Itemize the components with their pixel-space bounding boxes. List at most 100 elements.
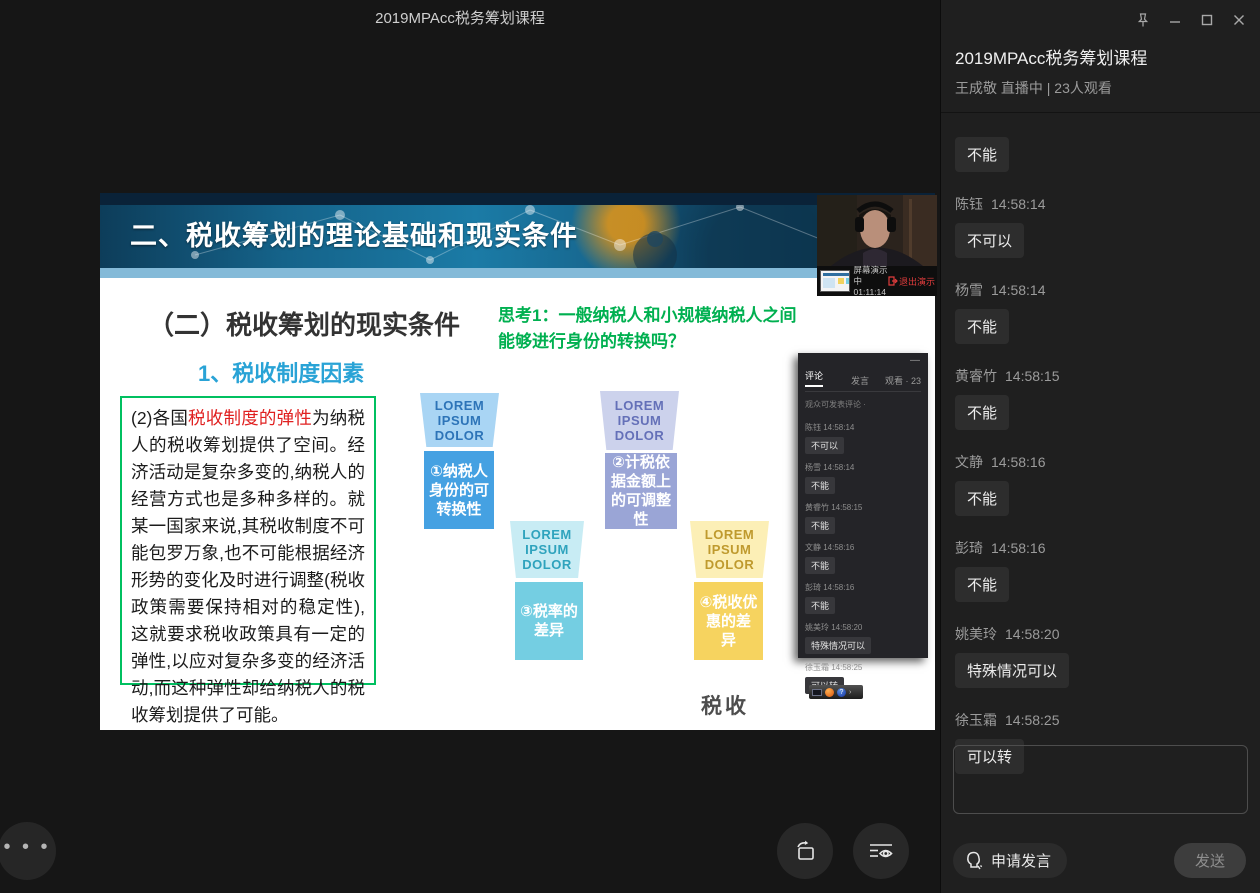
mini-message: 黄睿竹 14:58:15不能	[805, 502, 921, 534]
presenter-silhouette	[817, 195, 937, 266]
toggle-comments-overlay-button[interactable]	[853, 823, 909, 879]
sender-name: 彭琦	[955, 540, 983, 556]
factor-box-4-header: LOREM IPSUM DOLOR	[690, 521, 769, 578]
chat-bubble: 不能	[955, 137, 1009, 172]
factor-box-1-header: LOREM IPSUM DOLOR	[420, 393, 499, 447]
banner-top-strip	[100, 193, 935, 205]
chat-message: 杨雪 14:58:14 不能	[955, 280, 1247, 344]
request-speak-button[interactable]: 申请发言	[953, 843, 1067, 878]
timestamp: 14:58:15	[1005, 368, 1060, 384]
chat-sidebar: 2019MPAcc税务筹划课程 王成敬 直播中 | 23人观看 不能 陈钰 14:…	[940, 0, 1260, 893]
pin-icon	[1136, 13, 1150, 28]
mini-tab-comments: 评论	[805, 369, 823, 387]
mini-panel-divider	[805, 391, 921, 392]
sender-name: 徐玉霜	[955, 712, 997, 728]
chat-bubble: 不可以	[955, 223, 1024, 258]
tray-collapse-icon: ›	[849, 689, 851, 696]
chat-message: 不能	[955, 137, 1247, 172]
slide-subsection-title: 1、税收制度因素	[198, 356, 364, 388]
stream-title: 2019MPAcc税务筹划课程	[0, 7, 920, 28]
minimize-icon	[1169, 14, 1181, 26]
exit-presentation-button: 退出演示	[888, 275, 935, 288]
slide-banner-title: 二、税收筹划的理论基础和现实条件	[130, 205, 578, 268]
tray-record-icon	[825, 688, 834, 697]
factor-box-3-header: LOREM IPSUM DOLOR	[510, 521, 584, 578]
screen-share-thumbnail	[820, 270, 850, 292]
rotate-screen-icon	[792, 839, 818, 863]
chat-message: 陈钰 14:58:14 不可以	[955, 194, 1247, 258]
exit-icon	[888, 276, 898, 286]
mini-message: 姚美玲 14:58:20特殊情况可以	[805, 622, 921, 654]
maximize-window-button[interactable]	[1196, 10, 1218, 30]
factor-box-3-label: ③税率的差异	[515, 582, 583, 660]
mini-message: 彭琦 14:58:16不能	[805, 582, 921, 614]
close-window-button[interactable]	[1228, 10, 1250, 30]
shared-screen-comment-panel: — 评论 发言 观看 · 23 观众可发表评论 · 陈钰 14:58:14不可以…	[798, 353, 928, 658]
chat-input[interactable]	[953, 745, 1248, 814]
mini-message: 陈钰 14:58:14不可以	[805, 422, 921, 454]
banner-bottom-strip	[100, 268, 935, 278]
timestamp: 14:58:14	[991, 282, 1046, 298]
timestamp: 14:58:20	[1005, 626, 1060, 642]
chat-bubble: 不能	[955, 481, 1009, 516]
tray-help-icon: ?	[837, 688, 846, 697]
sender-name: 陈钰	[955, 196, 983, 212]
chat-message-list: 不能 陈钰 14:58:14 不可以 杨雪 14:58:14 不能 黄睿竹 14:58…	[955, 137, 1247, 796]
slide-paragraph: (2)各国税收制度的弹性为纳税人的税收筹划提供了空间。经济活动是复杂多变的,纳税…	[120, 396, 376, 685]
slide-section-title: （二）税收筹划的现实条件	[148, 305, 460, 342]
course-title: 2019MPAcc税务筹划课程	[955, 44, 1147, 69]
factor-box-1-label: ①纳税人身份的可转换性	[424, 451, 494, 529]
timestamp: 14:58:25	[1005, 712, 1060, 728]
sender-name: 黄睿竹	[955, 368, 997, 384]
list-eye-icon	[868, 840, 894, 862]
send-button[interactable]: 发送	[1174, 843, 1246, 878]
mini-panel-minimize: —	[910, 355, 920, 366]
more-options-button[interactable]: • • •	[0, 822, 56, 880]
window-controls	[1132, 10, 1250, 30]
chat-message: 彭琦 14:58:16 不能	[955, 538, 1247, 602]
chat-message: 黄睿竹 14:58:15 不能	[955, 366, 1247, 430]
mini-message: 文静 14:58:16不能	[805, 542, 921, 574]
presenting-status: 屏幕演示中 01:11:14	[854, 265, 888, 298]
mini-panel-notice: 观众可发表评论 ·	[805, 399, 921, 410]
timestamp: 14:58:16	[991, 540, 1046, 556]
sender-name: 姚美玲	[955, 626, 997, 642]
timestamp: 14:58:16	[991, 454, 1046, 470]
sidebar-divider	[941, 112, 1260, 113]
chat-message: 文静 14:58:16 不能	[955, 452, 1247, 516]
mini-message: 杨雪 14:58:14不能	[805, 462, 921, 494]
mini-panel-messages: 陈钰 14:58:14不可以 杨雪 14:58:14不能 黄睿竹 14:58:1…	[805, 422, 921, 694]
chat-bubble: 不能	[955, 395, 1009, 430]
pin-window-button[interactable]	[1132, 10, 1154, 30]
highlighted-term: 税收制度的弹性	[188, 408, 312, 428]
rotate-screen-button[interactable]	[777, 823, 833, 879]
factor-box-2-label: ②计税依据金额上的可调整性	[605, 453, 677, 529]
presenting-timer: 01:11:14	[854, 287, 888, 298]
mini-tab-viewers: 观看 · 23	[885, 374, 921, 387]
more-icon: • • •	[3, 837, 50, 857]
tray-window-icon	[812, 689, 822, 696]
chat-bubble: 特殊情况可以	[955, 653, 1069, 688]
presenter-webcam-video	[817, 195, 937, 266]
chat-bubble: 不能	[955, 309, 1009, 344]
speak-icon	[963, 850, 985, 872]
maximize-icon	[1201, 14, 1213, 26]
slide-footer-label: 税收	[701, 690, 749, 720]
live-status: 王成敬 直播中 | 23人观看	[955, 78, 1112, 98]
floating-tray-toolbar: ? ›	[809, 685, 863, 699]
presenting-status-bar: 屏幕演示中 01:11:14 退出演示	[817, 266, 937, 296]
app-window: 2019MPAcc税务筹划课程	[0, 0, 1260, 893]
chat-message: 姚美玲 14:58:20 特殊情况可以	[955, 624, 1247, 688]
slide-banner: 二、税收筹划的理论基础和现实条件	[100, 205, 935, 268]
sender-name: 文静	[955, 454, 983, 470]
minimize-window-button[interactable]	[1164, 10, 1186, 30]
factor-box-2-header: LOREM IPSUM DOLOR	[600, 391, 679, 450]
live-stage: 2019MPAcc税务筹划课程	[0, 0, 940, 893]
timestamp: 14:58:14	[991, 196, 1046, 212]
factor-box-4-label: ④税收优惠的差异	[694, 582, 763, 660]
sender-name: 杨雪	[955, 282, 983, 298]
slide-question: 思考1：一般纳税人和小规模纳税人之间 能够进行身份的转换吗？	[498, 303, 828, 355]
chat-bubble: 不能	[955, 567, 1009, 602]
close-icon	[1233, 14, 1245, 26]
mini-tab-speak: 发言	[851, 374, 869, 387]
